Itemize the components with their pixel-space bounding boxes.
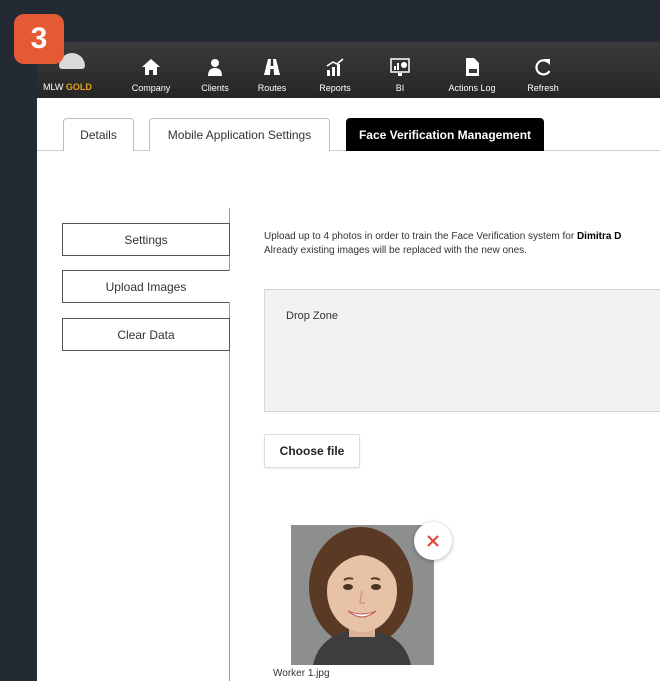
sidebar-item-upload-images[interactable]: Upload Images — [62, 270, 230, 303]
home-icon — [142, 59, 160, 75]
worker-photo-thumbnail — [291, 525, 434, 665]
close-icon — [427, 535, 439, 547]
road-icon — [264, 59, 280, 75]
refresh-icon — [535, 59, 551, 76]
tab-bar: Details Mobile Application Settings Face… — [37, 98, 660, 152]
drop-zone[interactable]: Drop Zone — [264, 289, 660, 412]
sidebar-item-clear-data[interactable]: Clear Data — [62, 318, 230, 351]
portrait-image — [291, 525, 434, 665]
tab-details[interactable]: Details — [63, 118, 134, 151]
step-badge: 3 — [14, 14, 64, 64]
nav-company[interactable]: Company — [115, 42, 187, 98]
sidebar-item-settings[interactable]: Settings — [62, 223, 230, 256]
drop-zone-label: Drop Zone — [286, 310, 338, 322]
worker-name: Dimitra D — [576, 231, 622, 242]
main-content: Details Mobile Application Settings Face… — [37, 98, 660, 681]
nav-reports[interactable]: Reports — [301, 42, 369, 98]
log-file-icon — [466, 58, 479, 76]
brand-name: MLW GOLD — [43, 82, 92, 92]
dashboard-icon — [390, 58, 410, 76]
choose-file-button[interactable]: Choose file — [264, 434, 360, 468]
nav-bi[interactable]: BI — [369, 42, 431, 98]
nav-clients[interactable]: Clients — [187, 42, 243, 98]
upload-instructions: Upload up to 4 photos in order to train … — [264, 231, 622, 256]
bar-chart-icon — [326, 58, 344, 76]
image-filename: Worker 1.jpg — [273, 668, 330, 679]
remove-image-button[interactable] — [414, 522, 452, 560]
tab-mobile-application-settings[interactable]: Mobile Application Settings — [149, 118, 330, 151]
top-nav-bar: MLW GOLD Company Clients Routes Reports … — [37, 42, 660, 98]
nav-refresh[interactable]: Refresh — [513, 42, 573, 98]
nav-routes[interactable]: Routes — [243, 42, 301, 98]
nav-actions-log[interactable]: Actions Log — [431, 42, 513, 98]
tab-face-verification-management[interactable]: Face Verification Management — [346, 118, 544, 151]
person-icon — [208, 59, 222, 76]
